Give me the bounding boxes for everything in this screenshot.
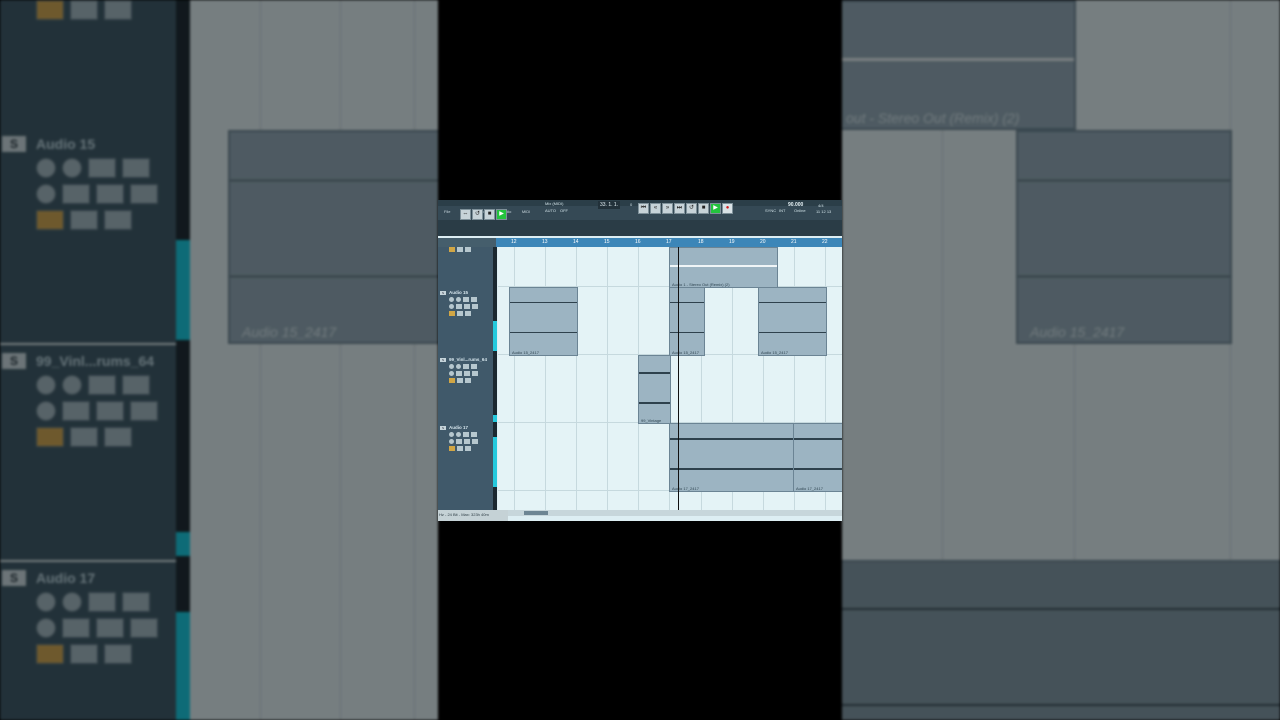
ruler-bar: 15 bbox=[604, 239, 610, 245]
edit-icon[interactable] bbox=[449, 439, 454, 444]
sync-sub: INT bbox=[779, 208, 786, 213]
solo-button[interactable]: S bbox=[440, 358, 446, 362]
playhead-cursor[interactable] bbox=[678, 247, 679, 510]
timeline-ruler[interactable]: 12 13 14 15 16 17 18 19 20 21 22 bbox=[496, 238, 842, 247]
bg-track-vinyl: S 99_Vinl...rums_64 bbox=[0, 345, 176, 560]
bg-track-audio15: S Audio 15 bbox=[0, 128, 176, 343]
mini-transport: ⇔ ↺ ■ ▶ bbox=[460, 209, 507, 220]
mix-label: Mix (MIDI) bbox=[545, 201, 564, 206]
audio-clip[interactable]: Audio 1 - Stereo Out (Remix) (2) bbox=[669, 247, 778, 288]
play-button[interactable]: ▶ bbox=[710, 203, 721, 214]
arrange-area[interactable]: Audio 1 - Stereo Out (Remix) (2) Audio 1… bbox=[498, 247, 842, 510]
lock-icon[interactable] bbox=[449, 378, 455, 383]
bg-clip-audio15-right: Audio 15_2417 bbox=[1016, 130, 1232, 344]
ruler-bar: 14 bbox=[573, 239, 579, 245]
position-display[interactable]: 33. 1. 1. bbox=[598, 201, 621, 209]
write-button[interactable] bbox=[471, 432, 477, 437]
daw-window: File Edit Project Audio MIDI ⇔ ↺ ■ ▶ Mix… bbox=[438, 200, 842, 521]
background-right: out - Stereo Out (Remix) (2) Audio 15_24… bbox=[842, 0, 1280, 720]
time-signature: 4/4 bbox=[818, 203, 824, 208]
monitor-icon[interactable] bbox=[456, 432, 461, 437]
track-name[interactable]: Audio 15 bbox=[449, 290, 468, 295]
track-header-audio15[interactable]: S Audio 15 bbox=[438, 290, 494, 355]
cycle-icon[interactable]: ↺ bbox=[686, 203, 697, 214]
bg-track-audio17: S Audio 17 bbox=[0, 562, 176, 720]
track-list: S Audio 15 S 99_Vinl...rums_64 S Audio 1… bbox=[438, 247, 494, 515]
read-button[interactable] bbox=[463, 364, 469, 369]
background-left: S Audio 15 S 99_Vinl...rums_64 S Audio 1… bbox=[0, 0, 438, 720]
go-to-end-icon[interactable]: ⏭ bbox=[674, 203, 685, 214]
stop-button[interactable]: ■ bbox=[698, 203, 709, 214]
play-button-small[interactable]: ▶ bbox=[496, 209, 507, 220]
fast-forward-icon[interactable]: » bbox=[662, 203, 673, 214]
ruler-corner bbox=[438, 238, 496, 247]
track-header-vinyl[interactable]: S 99_Vinl...rums_64 bbox=[438, 357, 494, 422]
record-enable-icon[interactable] bbox=[449, 432, 454, 437]
ruler-bar: 17 bbox=[666, 239, 672, 245]
write-button[interactable] bbox=[471, 297, 477, 302]
track-header-top bbox=[438, 247, 494, 253]
horizontal-scrollbar[interactable] bbox=[498, 510, 842, 516]
auto-value[interactable]: OFF bbox=[560, 208, 568, 213]
solo-button[interactable]: S bbox=[440, 291, 446, 295]
edit-icon[interactable] bbox=[449, 304, 454, 309]
transport-bar: File Edit Project Audio MIDI ⇔ ↺ ■ ▶ Mix… bbox=[438, 200, 842, 220]
track-header-audio17[interactable]: S Audio 17 bbox=[438, 425, 494, 490]
right-small-readout: 11 12 13 bbox=[816, 209, 832, 214]
track-name[interactable]: 99_Vinl...rums_64 bbox=[449, 357, 487, 362]
bg-clip-audio15: Audio 15_2417 bbox=[228, 130, 438, 344]
monitor-icon[interactable] bbox=[456, 297, 461, 302]
audio-clip[interactable]: 99_Vintage bbox=[638, 355, 671, 424]
ruler-bar: 20 bbox=[760, 239, 766, 245]
scrollbar-thumb[interactable] bbox=[524, 511, 548, 515]
ruler-bar: 19 bbox=[729, 239, 735, 245]
menu-file[interactable]: File bbox=[444, 209, 450, 215]
bg-clip-audio17 bbox=[842, 560, 1280, 720]
status-bar: Hz - 24 Bit - Max: 323h 40m bbox=[438, 510, 508, 521]
loop-icon-small[interactable]: ↺ bbox=[472, 209, 483, 220]
rewind-icon[interactable]: « bbox=[650, 203, 661, 214]
bg-clip-stereo: out - Stereo Out (Remix) (2) bbox=[842, 0, 1076, 130]
lock-icon[interactable] bbox=[449, 311, 455, 316]
record-button[interactable]: ● bbox=[722, 203, 733, 214]
audio-clip[interactable]: Audio 15_2417 bbox=[758, 287, 827, 356]
bg-track-top bbox=[0, 0, 176, 128]
position-sub: 0 bbox=[630, 202, 633, 207]
ruler-bar: 12 bbox=[511, 239, 517, 245]
ruler-bar: 21 bbox=[791, 239, 797, 245]
audio-clip[interactable]: Audio 15_2417 bbox=[509, 287, 578, 356]
solo-button[interactable]: S bbox=[440, 426, 446, 430]
stop-button-small[interactable]: ■ bbox=[484, 209, 495, 220]
status-text: Hz - 24 Bit - Max: 323h 40m bbox=[439, 512, 489, 517]
go-to-start-icon[interactable]: ⏮ bbox=[638, 203, 649, 214]
sync-label[interactable]: SYNC bbox=[765, 208, 776, 213]
record-enable-icon[interactable] bbox=[449, 364, 454, 369]
toolbar-strip bbox=[438, 220, 842, 236]
read-button[interactable] bbox=[463, 297, 469, 302]
menu-midi[interactable]: MIDI bbox=[522, 209, 530, 215]
read-button[interactable] bbox=[463, 432, 469, 437]
cycle-button-small[interactable]: ⇔ bbox=[460, 209, 471, 220]
audio-clip[interactable]: Audio 17_2417 bbox=[793, 423, 842, 492]
ruler-bar: 18 bbox=[698, 239, 704, 245]
transport-controls: ⏮ « » ⏭ ↺ ■ ▶ ● bbox=[638, 203, 733, 214]
track-name[interactable]: Audio 17 bbox=[449, 425, 468, 430]
ruler-bar: 13 bbox=[542, 239, 548, 245]
audio-clip[interactable]: Audio 15_2417 bbox=[669, 287, 705, 356]
audio-clip[interactable]: Audio 17_2417 bbox=[669, 423, 795, 492]
edit-icon[interactable] bbox=[449, 371, 454, 376]
lock-icon[interactable] bbox=[449, 446, 455, 451]
ruler-bar: 22 bbox=[822, 239, 828, 245]
level-meter-strip bbox=[493, 247, 497, 515]
ruler-bar: 16 bbox=[635, 239, 641, 245]
auto-label: AUTO bbox=[545, 208, 557, 213]
write-button[interactable] bbox=[471, 364, 477, 369]
record-enable-icon[interactable] bbox=[449, 297, 454, 302]
monitor-icon[interactable] bbox=[456, 364, 461, 369]
online-label: Online bbox=[794, 208, 806, 213]
